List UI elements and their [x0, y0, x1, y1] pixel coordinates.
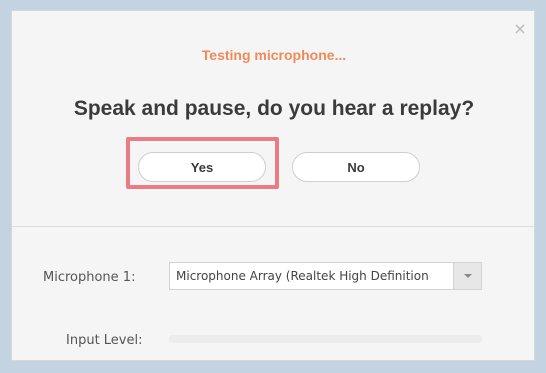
microphone-select-value: Microphone Array (Realtek High Definitio…	[176, 269, 429, 283]
microphone-label: Microphone 1:	[43, 270, 136, 285]
section-divider	[12, 226, 534, 227]
audio-test-dialog: × Testing microphone... Speak and pause,…	[11, 10, 535, 361]
input-level-label: Input Level:	[66, 333, 143, 348]
input-level-meter	[169, 335, 482, 343]
no-button[interactable]: No	[292, 152, 420, 182]
testing-status: Testing microphone...	[201, 47, 347, 63]
yes-button[interactable]: Yes	[138, 152, 266, 182]
close-icon[interactable]: ×	[512, 21, 528, 37]
chevron-down-icon[interactable]	[453, 263, 481, 289]
replay-question: Speak and pause, do you hear a replay?	[73, 97, 475, 120]
microphone-select[interactable]: Microphone Array (Realtek High Definitio…	[169, 262, 482, 290]
